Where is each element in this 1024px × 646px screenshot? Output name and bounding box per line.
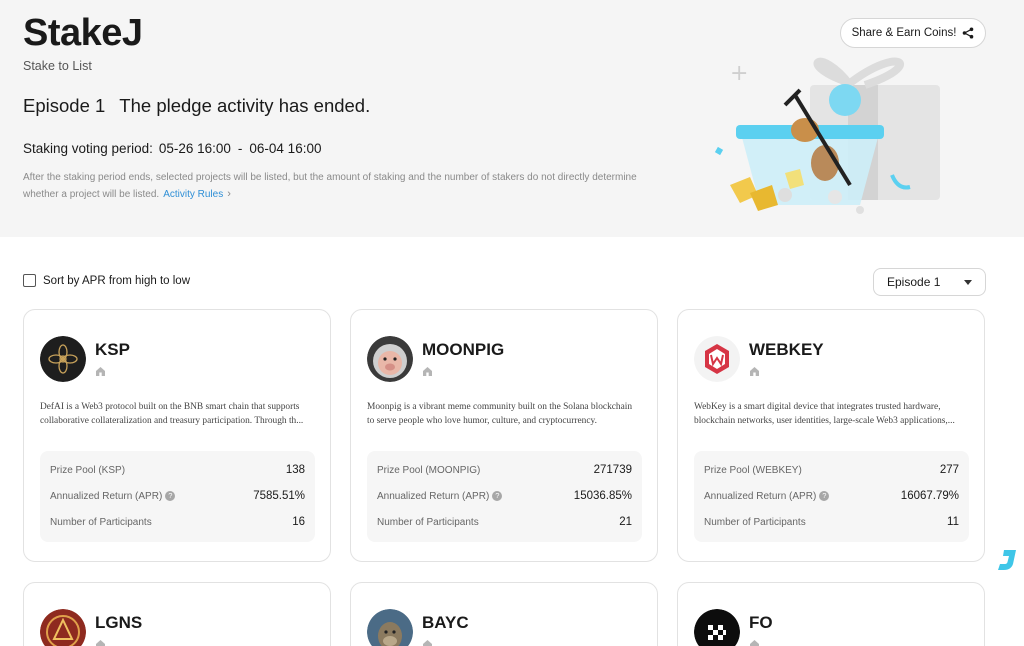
question-icon[interactable]: ?	[492, 490, 503, 501]
project-card-fo[interactable]: FO	[677, 582, 985, 646]
home-icon[interactable]	[422, 366, 433, 377]
apr-value: 16067.79%	[900, 490, 959, 502]
participants-label: Number of Participants	[704, 516, 806, 528]
project-description: DefAI is a Web3 protocol built on the BN…	[40, 401, 316, 428]
participants-row: Number of Participants 21	[377, 516, 632, 528]
description-line: to serve people who love humor, culture,…	[367, 415, 597, 426]
home-icon[interactable]	[749, 366, 760, 377]
webkey-logo	[694, 336, 740, 382]
ksp-logo	[40, 336, 86, 382]
description-line-1: After the staking period ends, selected …	[23, 172, 637, 183]
project-name: FO	[749, 613, 773, 632]
description-line-2: whether a project will be listed.	[23, 189, 160, 200]
apr-row: Annualized Return (APR)? 16067.79%	[704, 490, 959, 502]
description-line: DefAI is a Web3 protocol built on the BN…	[40, 402, 300, 412]
project-name: KSP	[95, 340, 130, 359]
episode-status: Episode 1 The pledge activity has ended.	[23, 95, 370, 117]
prize-pool-row: Prize Pool (KSP) 138	[50, 464, 305, 476]
description-line: collaborative collateralization and trea…	[40, 415, 304, 426]
activity-status: The pledge activity has ended.	[119, 95, 371, 116]
brand-title: StakeJ	[23, 12, 143, 54]
prize-pool-label: Prize Pool (MOONPIG)	[377, 464, 481, 476]
moonpig-logo	[367, 336, 413, 382]
home-icon[interactable]	[95, 366, 106, 377]
apr-value: 15036.85%	[573, 490, 632, 502]
sort-checkbox[interactable]	[23, 274, 36, 287]
staking-period: Staking voting period: 05-26 16:00-06-04 …	[23, 141, 321, 156]
participants-row: Number of Participants 16	[50, 516, 305, 528]
participants-label: Number of Participants	[377, 516, 479, 528]
j-logo-icon[interactable]	[996, 548, 1018, 572]
question-icon[interactable]: ?	[819, 490, 830, 501]
episode-label: Episode 1	[23, 95, 106, 116]
project-stats: Prize Pool (KSP) 138 Annualized Return (A…	[40, 451, 315, 542]
participants-value: 11	[947, 516, 959, 528]
prize-pool-row: Prize Pool (MOONPIG) 271739	[377, 464, 632, 476]
hero-banner: StakeJ Stake to List Episode 1 The pledge…	[0, 0, 1024, 237]
prize-pool-value: 277	[939, 464, 959, 476]
description-line: Moonpig is a vibrant meme community buil…	[367, 402, 633, 412]
question-icon[interactable]: ?	[165, 490, 176, 501]
project-card-moonpig[interactable]: MOONPIG Moonpig is a vibrant meme commun…	[350, 309, 658, 562]
period-label: Staking voting period:	[23, 141, 153, 156]
prize-pool-label: Prize Pool (KSP)	[50, 464, 126, 476]
project-card-webkey[interactable]: WEBKEY WebKey is a smart digital device …	[677, 309, 985, 562]
period-end: 06-04 16:00	[249, 141, 322, 156]
fo-logo	[694, 609, 740, 646]
sort-by-apr[interactable]: Sort by APR from high to low	[23, 274, 190, 287]
description-line: WebKey is a smart digital device that in…	[694, 402, 941, 412]
staking-illustration: +	[714, 57, 940, 214]
episode-select-value: Episode 1	[887, 275, 941, 289]
apr-value: 7585.51%	[253, 490, 305, 502]
project-description: Moonpig is a vibrant meme community buil…	[367, 401, 643, 428]
bayc-logo	[367, 609, 413, 646]
activity-description: After the staking period ends, selected …	[23, 169, 653, 203]
project-stats: Prize Pool (MOONPIG) 271739 Annualized Re…	[367, 451, 642, 542]
share-icon	[963, 27, 974, 39]
home-icon[interactable]	[422, 639, 433, 646]
brand-subtitle: Stake to List	[23, 59, 92, 73]
svg-text:+: +	[730, 61, 748, 86]
home-icon[interactable]	[749, 639, 760, 646]
period-start: 05-26 16:00	[158, 141, 231, 156]
project-name: MOONPIG	[422, 340, 505, 359]
chevron-right-icon: ›	[227, 188, 231, 200]
sort-label: Sort by APR from high to low	[43, 274, 191, 287]
chevron-down-icon	[964, 280, 972, 285]
activity-rules-link[interactable]: Activity Rules	[163, 189, 223, 200]
share-button-label: Share & Earn Coins!	[851, 27, 957, 39]
participants-value: 16	[292, 516, 305, 528]
project-name: LGNS	[95, 613, 143, 632]
description-line: blockchain networks, user identities, la…	[694, 415, 955, 426]
participants-value: 21	[619, 516, 632, 528]
apr-row: Annualized Return (APR)? 15036.85%	[377, 490, 632, 502]
project-stats: Prize Pool (WEBKEY) 277 Annualized Return…	[694, 451, 969, 542]
prize-pool-label: Prize Pool (WEBKEY)	[704, 464, 802, 476]
project-card-bayc[interactable]: BAYC	[350, 582, 658, 646]
apr-label: Annualized Return (APR)	[377, 490, 490, 502]
participants-row: Number of Participants 11	[704, 516, 959, 528]
participants-label: Number of Participants	[50, 516, 152, 528]
project-card-ksp[interactable]: KSP DefAI is a Web3 protocol built on th…	[23, 309, 331, 562]
apr-label: Annualized Return (APR)	[50, 490, 163, 502]
project-name: BAYC	[422, 613, 469, 632]
lgns-logo	[40, 609, 86, 646]
prize-pool-value: 138	[285, 464, 305, 476]
home-icon[interactable]	[95, 639, 106, 646]
prize-pool-value: 271739	[593, 464, 632, 476]
apr-label: Annualized Return (APR)	[704, 490, 817, 502]
episode-select[interactable]: Episode 1	[873, 268, 986, 296]
project-description: WebKey is a smart digital device that in…	[694, 401, 970, 428]
prize-pool-row: Prize Pool (WEBKEY) 277	[704, 464, 959, 476]
apr-row: Annualized Return (APR)? 7585.51%	[50, 490, 305, 502]
project-card-lgns[interactable]: LGNS	[23, 582, 331, 646]
period-separator: -	[237, 141, 243, 156]
project-name: WEBKEY	[749, 340, 824, 359]
share-earn-button[interactable]: Share & Earn Coins!	[840, 18, 986, 48]
